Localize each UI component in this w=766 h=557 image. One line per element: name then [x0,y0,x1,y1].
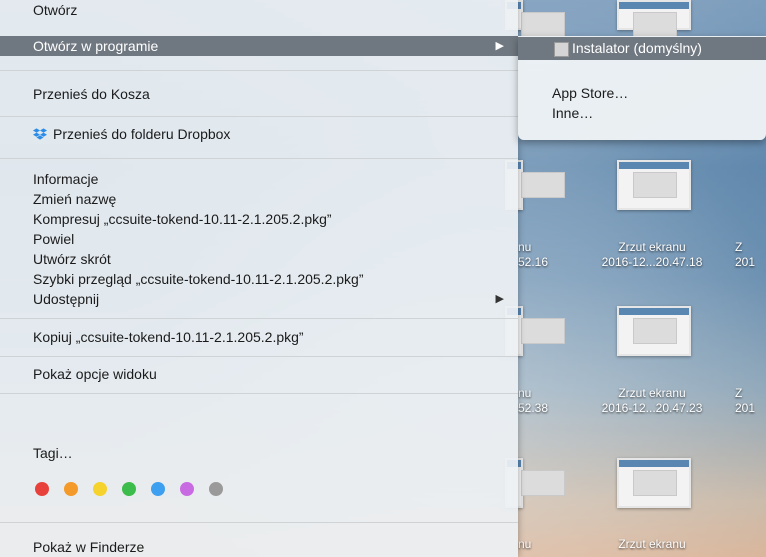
open-with-submenu: Instalator (domyślny) App Store… Inne… [518,36,766,140]
menu-item-compress[interactable]: Kompresuj „ccsuite-tokend-10.11-2.1.205.… [0,209,518,229]
menu-item-duplicate[interactable]: Powiel [0,229,518,249]
menu-item-share[interactable]: Udostępnij ▶ [0,289,518,309]
dropbox-icon [33,128,47,140]
file-label[interactable]: Zrzut ekranu 2016-12...20.47.18 [577,240,727,270]
menu-separator [0,318,518,319]
file-label[interactable]: nu 52.16 [518,240,558,270]
menu-item-rename[interactable]: Zmień nazwę [0,189,518,209]
file-label[interactable]: nu [518,537,558,552]
tag-color-dot[interactable] [180,482,194,496]
context-menu: Otwórz Otwórz w programie ▶ Przenieś do … [0,0,518,557]
menu-item-quick-look[interactable]: Szybki przegląd „ccsuite-tokend-10.11-2.… [0,269,518,289]
file-label[interactable]: nu 52.38 [518,386,558,416]
tag-color-dot[interactable] [93,482,107,496]
file-label[interactable]: Zrzut ekranu [577,537,727,552]
submenu-arrow-icon: ▶ [495,40,504,52]
menu-item-info[interactable]: Informacje [0,169,518,189]
menu-separator [0,393,518,394]
menu-separator [0,356,518,357]
menu-item-move-to-dropbox[interactable]: Przenieś do folderu Dropbox [0,124,518,144]
menu-item-open-with[interactable]: Otwórz w programie ▶ [0,36,518,56]
menu-item-tags[interactable]: Tagi… [0,443,518,463]
file-label[interactable]: Zrzut ekranu 2016-12...20.47.23 [577,386,727,416]
menu-item-open[interactable]: Otwórz [0,0,518,20]
installer-icon [554,42,569,57]
tag-color-dot[interactable] [64,482,78,496]
screenshot-thumbnail[interactable] [617,306,691,356]
menu-item-view-options[interactable]: Pokaż opcje widoku [0,364,518,384]
menu-separator [0,158,518,159]
menu-item-copy[interactable]: Kopiuj „ccsuite-tokend-10.11-2.1.205.2.p… [0,327,518,347]
file-label[interactable]: Z 201 [735,386,766,416]
file-label[interactable]: Z 201 [735,240,766,270]
screenshot-thumbnail[interactable] [617,0,691,38]
menu-item-move-to-trash[interactable]: Przenieś do Kosza [0,84,518,104]
menu-item-show-in-finder[interactable]: Pokaż w Finderze [0,537,518,557]
tag-color-dot[interactable] [35,482,49,496]
tag-color-dot[interactable] [122,482,136,496]
tag-color-dot[interactable] [151,482,165,496]
submenu-arrow-icon: ▶ [495,293,504,305]
submenu-item-installer[interactable]: Instalator (domyślny) [518,37,766,60]
screenshot-thumbnail[interactable] [617,160,691,210]
tag-color-dot[interactable] [209,482,223,496]
menu-separator [0,116,518,117]
submenu-item-other[interactable]: Inne… [518,102,766,125]
menu-separator [0,70,518,71]
menu-item-make-alias[interactable]: Utwórz skrót [0,249,518,269]
screenshot-thumbnail[interactable] [617,458,691,508]
menu-separator [0,522,518,523]
